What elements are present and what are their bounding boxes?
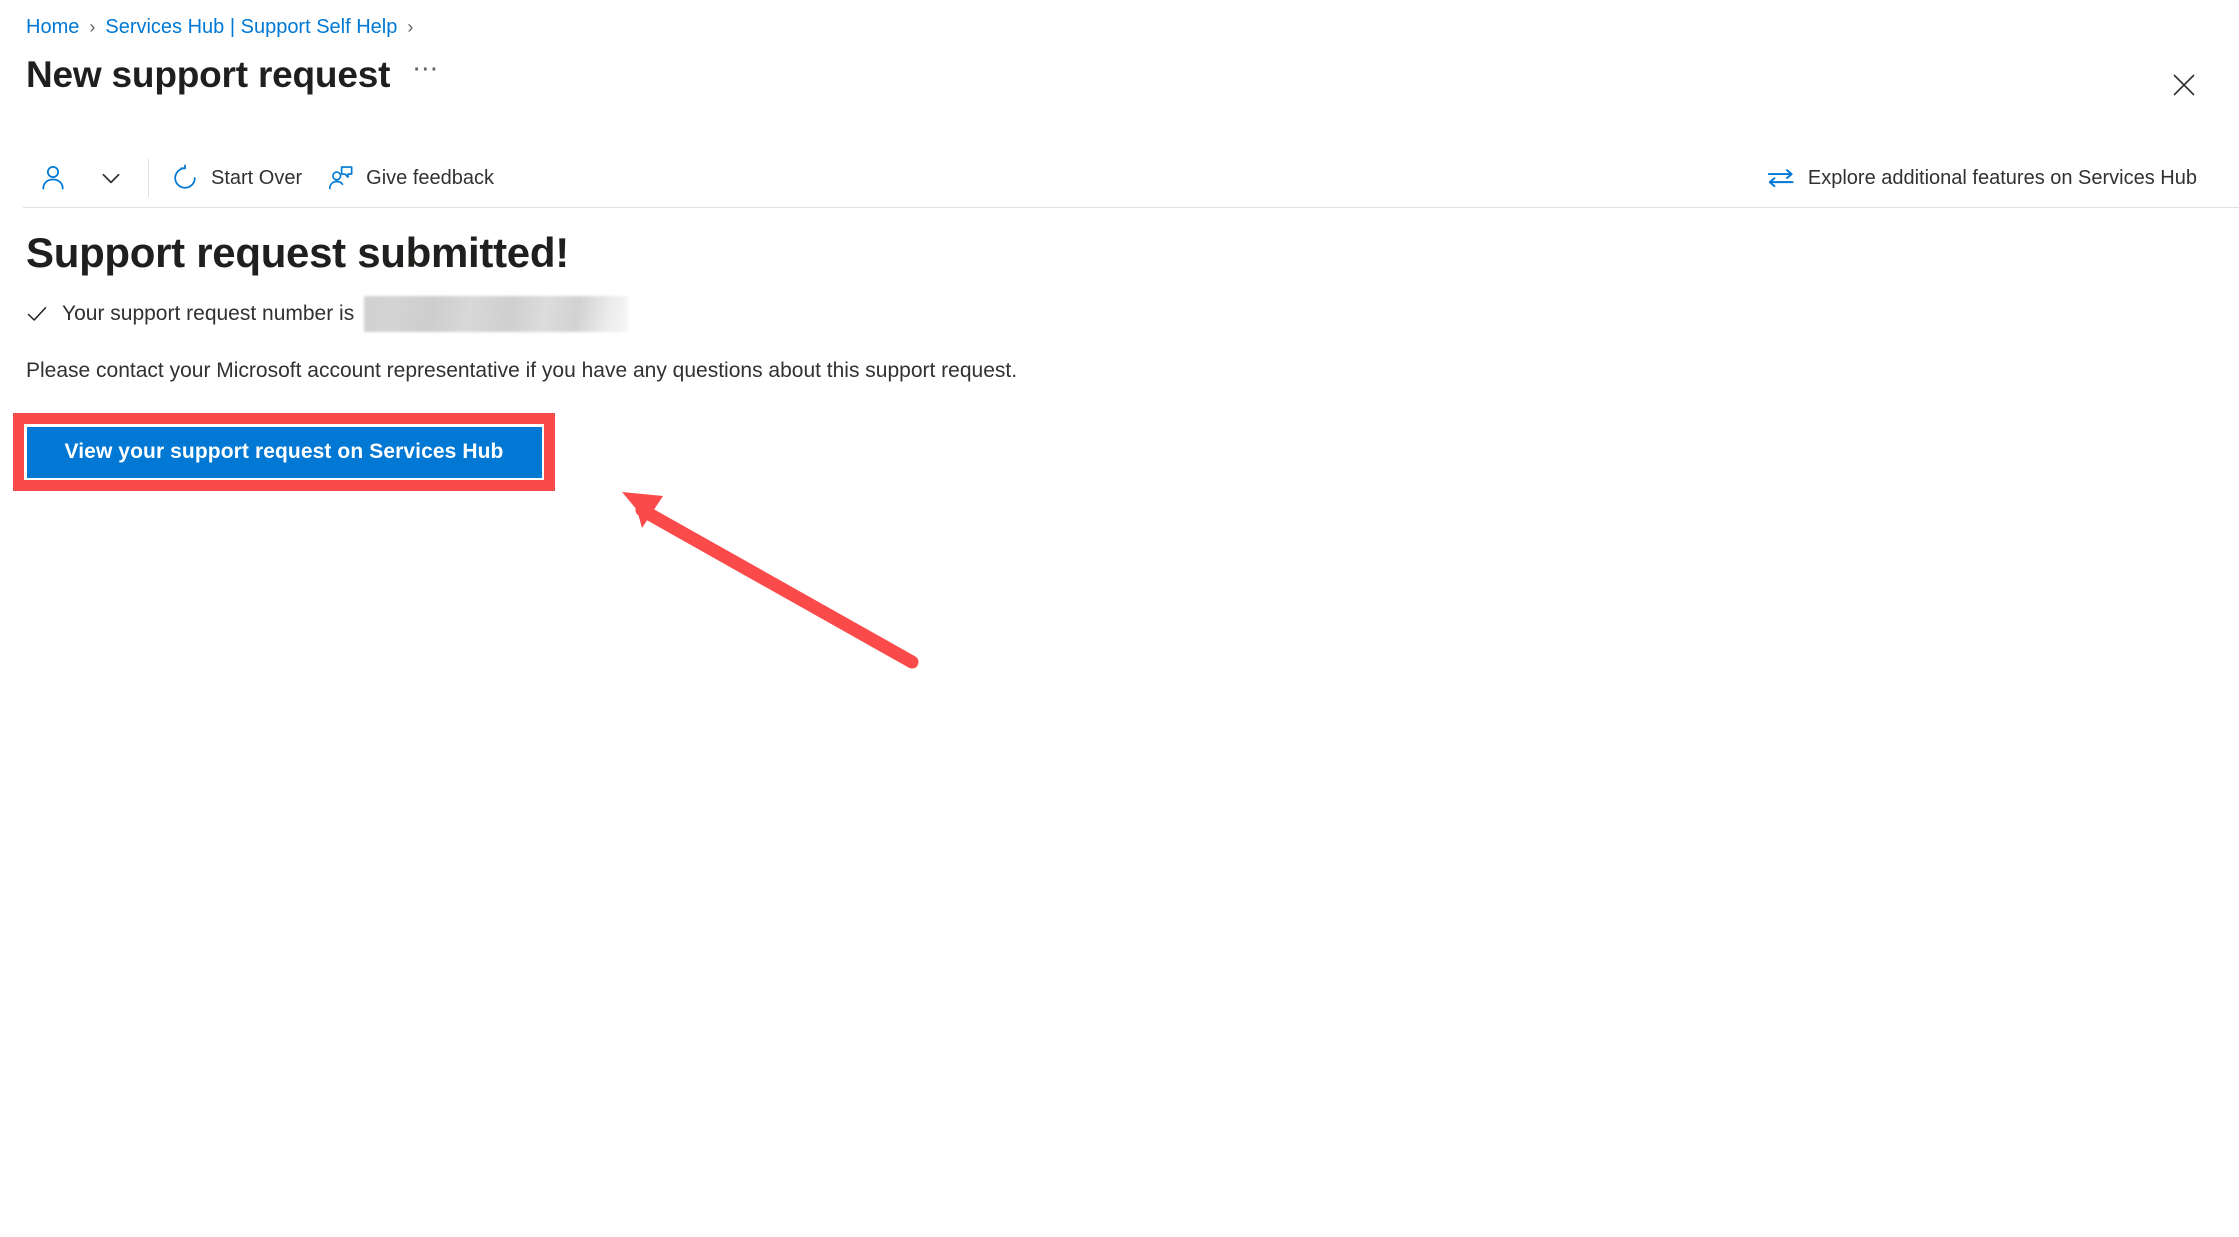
annotation-arrow (622, 492, 919, 669)
annotation-highlight-box: View your support request on Services Hu… (13, 413, 555, 491)
give-feedback-label: Give feedback (366, 166, 494, 189)
chevron-right-icon-2: › (407, 17, 414, 37)
command-bar-separator (148, 159, 149, 197)
give-feedback-button[interactable]: Give feedback (314, 154, 506, 202)
start-over-label: Start Over (211, 166, 303, 189)
breadcrumb-item-services-hub[interactable]: Services Hub | Support Self Help (105, 16, 397, 39)
command-bar: Start Over Give feedback Explore additio… (0, 148, 2239, 208)
info-paragraph: Please contact your Microsoft account re… (26, 359, 1018, 382)
start-over-button[interactable]: Start Over (159, 154, 314, 202)
swap-arrows-icon (1766, 165, 1796, 191)
breadcrumb-item-home[interactable]: Home (26, 16, 79, 39)
command-bar-left-group: Start Over Give feedback (0, 154, 506, 202)
chevron-right-icon: › (89, 17, 96, 37)
main-content: Support request submitted! Your support … (26, 228, 2239, 386)
support-request-number-label: Your support request number is (62, 302, 355, 325)
view-support-request-button[interactable]: View your support request on Services Hu… (26, 426, 542, 478)
command-bar-right-group: Explore additional features on Services … (1754, 154, 2239, 202)
explore-additional-features-label: Explore additional features on Services … (1807, 166, 2197, 189)
command-bar-divider (23, 207, 2239, 208)
account-dropdown-button[interactable] (88, 155, 134, 201)
support-request-number-value-redacted (364, 296, 629, 332)
close-button[interactable] (2161, 62, 2207, 108)
account-button[interactable] (34, 154, 88, 202)
main-heading: Support request submitted! (26, 229, 569, 276)
more-options-icon[interactable]: ⋯ (412, 55, 438, 87)
breadcrumb: Home › Services Hub | Support Self Help … (26, 14, 423, 40)
checkmark-icon (26, 303, 50, 325)
support-request-number-row: Your support request number is (26, 296, 2239, 332)
person-icon (38, 163, 68, 193)
reset-circular-arrow-icon (171, 164, 199, 192)
page-title: New support request (26, 54, 391, 95)
person-feedback-icon (326, 164, 354, 192)
close-icon (2173, 74, 2195, 96)
title-row: New support request ⋯ (26, 52, 438, 98)
explore-additional-features-button[interactable]: Explore additional features on Services … (1754, 154, 2209, 202)
chevron-down-icon (102, 173, 120, 184)
